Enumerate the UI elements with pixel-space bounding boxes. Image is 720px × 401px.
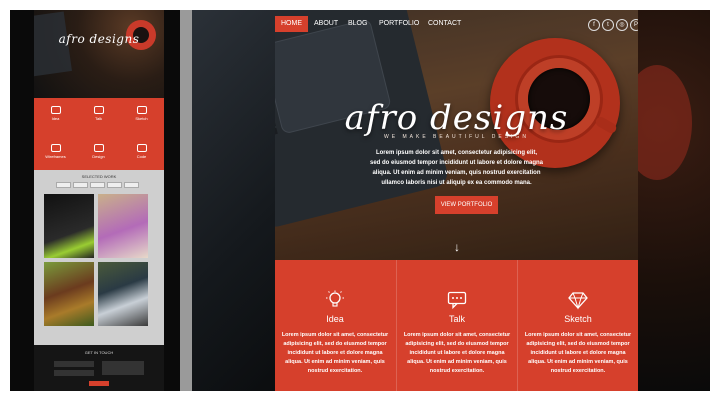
mini-send-button[interactable] (89, 381, 109, 386)
mini-filters (56, 182, 139, 188)
nav-blog[interactable]: BLOG (342, 16, 373, 32)
portfolio-thumb-flower[interactable] (98, 194, 148, 258)
feature-text: Lorem ipsum dolor sit amet, consectetur … (281, 332, 389, 374)
features-section: Idea Lorem ipsum dolor sit amet, consect… (275, 260, 638, 391)
feature-text: Lorem ipsum dolor sit amet, consectetur … (524, 332, 632, 374)
twitter-icon[interactable]: t (602, 19, 614, 31)
hero-section: HOME ABOUT BLOG PORTFOLIO CONTACT f t ◎ … (275, 10, 638, 260)
brush-icon (93, 144, 104, 152)
nav-contact[interactable]: CONTACT (422, 16, 467, 32)
arrow-down-icon[interactable]: ↓ (450, 240, 464, 254)
mini-feature: Code (120, 144, 163, 159)
lightbulb-icon (50, 106, 61, 114)
mobile-preview: afro designs Idea Talk Sketch Wireframes… (34, 10, 164, 391)
mini-email-field[interactable] (54, 370, 94, 376)
nav-portfolio[interactable]: PORTFOLIO (373, 16, 425, 32)
feature-title: Talk (448, 314, 465, 324)
diamond-icon (568, 292, 588, 310)
code-icon (136, 144, 147, 152)
feature-sketch: Sketch Lorem ipsum dolor sit amet, conse… (517, 260, 638, 391)
facebook-icon[interactable]: f (588, 19, 600, 31)
mini-message-field[interactable] (102, 361, 144, 375)
view-portfolio-button[interactable]: VIEW PORTFOLIO (435, 196, 498, 214)
mini-logo: afro designs (58, 32, 140, 46)
mini-name-field[interactable] (54, 361, 94, 367)
feature-talk: Talk Lorem ipsum dolor sit amet, consect… (396, 260, 517, 391)
monitor-icon (50, 144, 61, 152)
chat-bubble-icon (447, 291, 467, 310)
pinterest-icon[interactable]: P (630, 19, 638, 31)
portfolio-thumb-trophy[interactable] (44, 194, 94, 258)
feature-text: Lorem ipsum dolor sit amet, consectetur … (403, 332, 511, 374)
hero-description: Lorem ipsum dolor sit amet, consectetur … (370, 150, 544, 186)
site-tagline: WE MAKE BEAUTIFUL DESIGN (384, 134, 529, 140)
mini-feature: Sketch (120, 106, 163, 121)
mini-portfolio: SELECTED WORK (34, 170, 164, 345)
showcase-frame: afro designs Idea Talk Sketch Wireframes… (10, 10, 710, 391)
instagram-icon[interactable]: ◎ (616, 19, 628, 31)
nav-about[interactable]: ABOUT (308, 16, 344, 32)
chat-bubble-icon (93, 106, 104, 114)
mini-feature: Wireframes (34, 144, 77, 159)
main-nav: HOME ABOUT BLOG PORTFOLIO CONTACT f t ◎ … (275, 16, 638, 32)
portfolio-thumb-phone[interactable] (98, 262, 148, 326)
site-logo[interactable]: afro designs (275, 98, 638, 138)
mini-feature: Idea (34, 106, 77, 121)
mini-feature: Talk (77, 106, 120, 121)
background-laptop (192, 10, 275, 391)
mini-work-title: SELECTED WORK (81, 174, 117, 179)
portfolio-thumb-owl[interactable] (44, 262, 94, 326)
divider (180, 10, 192, 391)
feature-idea: Idea Lorem ipsum dolor sit amet, consect… (275, 260, 395, 391)
mini-feature: Design (77, 144, 120, 159)
mini-footer-title: GET IN TOUCH (84, 350, 114, 355)
feature-title: Idea (326, 314, 344, 324)
feature-title: Sketch (564, 314, 592, 324)
mini-hero: afro designs (34, 10, 164, 98)
diamond-icon (136, 106, 147, 114)
lightbulb-icon (326, 290, 344, 307)
mini-features: Idea Talk Sketch Wireframes Design Code (34, 98, 164, 170)
website-preview: HOME ABOUT BLOG PORTFOLIO CONTACT f t ◎ … (275, 10, 638, 391)
mini-footer: GET IN TOUCH (34, 345, 164, 391)
nav-home[interactable]: HOME (275, 16, 308, 32)
